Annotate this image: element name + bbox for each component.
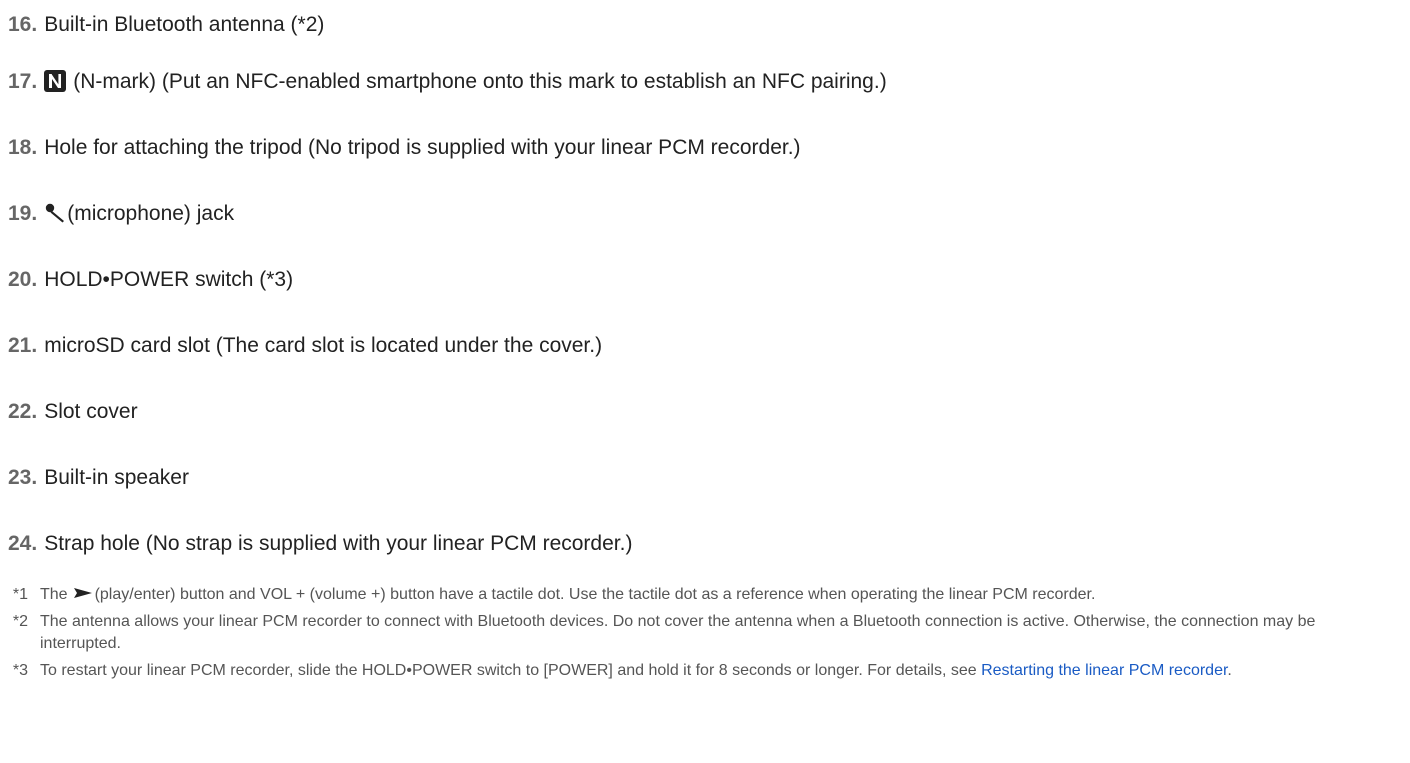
list-item: 23. Built-in speaker bbox=[8, 444, 1410, 510]
footnote-text-end: . bbox=[1227, 662, 1232, 679]
item-number: 21. bbox=[8, 333, 38, 357]
microphone-icon bbox=[44, 202, 66, 224]
item-description: HOLD•POWER switch (*3) bbox=[44, 267, 294, 291]
item-number: 23. bbox=[8, 465, 38, 489]
footnote-text-start: To restart your linear PCM recorder, sli… bbox=[40, 662, 977, 679]
list-item: 19. (microphone) jack bbox=[8, 180, 1410, 246]
list-item: 24. Strap hole (No strap is supplied wit… bbox=[8, 510, 1410, 576]
list-item: 16. Built-in Bluetooth antenna (*2) bbox=[8, 0, 1410, 48]
list-item: 21. microSD card slot (The card slot is … bbox=[8, 312, 1410, 378]
n-mark-icon bbox=[44, 70, 67, 92]
item-description: (N-mark) (Put an NFC-enabled smartphone … bbox=[73, 69, 887, 93]
footnote: *3 To restart your linear PCM recorder, … bbox=[0, 660, 1410, 682]
item-number: 16. bbox=[8, 12, 38, 36]
footnote-mark: *2 bbox=[12, 613, 28, 630]
footnote-mark: *1 bbox=[12, 586, 28, 603]
item-description: microSD card slot (The card slot is loca… bbox=[44, 333, 603, 357]
item-number: 17. bbox=[8, 69, 38, 93]
item-description: Strap hole (No strap is supplied with yo… bbox=[44, 531, 633, 555]
list-item: 20. HOLD•POWER switch (*3) bbox=[8, 246, 1410, 312]
play-icon bbox=[72, 585, 94, 599]
item-description: (microphone) jack bbox=[67, 201, 235, 225]
parts-list: 16. Built-in Bluetooth antenna (*2) 17. … bbox=[0, 0, 1410, 576]
footnote-text-start: The bbox=[40, 586, 68, 603]
footnote-text: The (play/enter) button and VOL + (volume… bbox=[40, 584, 1380, 606]
item-description: Slot cover bbox=[44, 399, 138, 423]
item-number: 18. bbox=[8, 135, 38, 159]
item-number: 22. bbox=[8, 399, 38, 423]
item-number: 24. bbox=[8, 531, 38, 555]
footnote: *1 The (play/enter) button and VOL + (vol… bbox=[0, 584, 1410, 606]
footnote-text: To restart your linear PCM recorder, sli… bbox=[40, 660, 1380, 682]
footnote: *2 The antenna allows your linear PCM re… bbox=[0, 611, 1410, 655]
restart-recorder-link[interactable]: Restarting the linear PCM recorder bbox=[981, 662, 1227, 679]
item-number: 19. bbox=[8, 201, 38, 225]
item-description: Built-in Bluetooth antenna (*2) bbox=[44, 12, 325, 36]
item-description: Built-in speaker bbox=[44, 465, 189, 489]
list-item: 17. (N-mark) (Put an NFC-enabled smartph… bbox=[8, 48, 1410, 114]
list-item: 22. Slot cover bbox=[8, 378, 1410, 444]
footnote-mark: *3 bbox=[12, 662, 28, 679]
item-description: Hole for attaching the tripod (No tripod… bbox=[44, 135, 801, 159]
footnotes: *1 The (play/enter) button and VOL + (vol… bbox=[0, 584, 1410, 687]
item-number: 20. bbox=[8, 267, 38, 291]
footnote-text-end: (play/enter) button and VOL + (volume +)… bbox=[94, 586, 1096, 603]
list-item: 18. Hole for attaching the tripod (No tr… bbox=[8, 114, 1410, 180]
footnote-text: The antenna allows your linear PCM recor… bbox=[40, 613, 1316, 652]
